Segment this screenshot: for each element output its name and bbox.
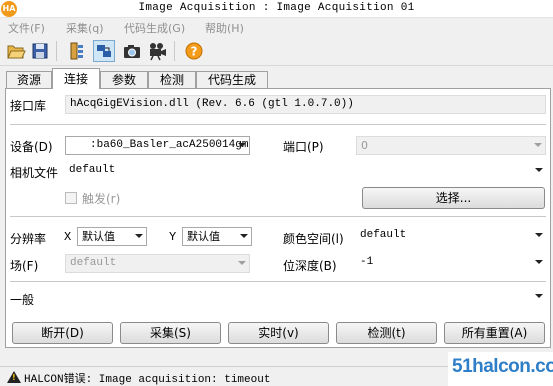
field-label: 场(F) xyxy=(10,259,39,273)
resolution-label: 分辨率 xyxy=(10,232,47,246)
detect-button[interactable]: 检测(t) xyxy=(336,322,437,344)
section-divider xyxy=(10,216,546,217)
tab-code-generation[interactable]: 代码生成 xyxy=(196,71,268,89)
device-select[interactable]: :ba60_Basler_acA250014gm xyxy=(65,136,250,155)
tab-connection[interactable]: 连接 xyxy=(52,68,100,89)
window-title: Image Acquisition : Image Acquisition 01 xyxy=(138,2,415,14)
snap-camera-icon[interactable] xyxy=(121,40,143,62)
x-resolution-label: X xyxy=(64,230,72,244)
device-label: 设备(D) xyxy=(10,140,53,154)
chevron-down-icon xyxy=(238,261,246,265)
chevron-down-icon xyxy=(535,168,543,172)
color-space-value: default xyxy=(360,229,407,241)
connection-panel xyxy=(5,88,551,348)
menu-help[interactable]: 帮助(H) xyxy=(205,20,244,36)
chevron-down-icon xyxy=(535,260,543,264)
save-icon[interactable] xyxy=(29,40,51,62)
interface-library-label: 接口库 xyxy=(10,99,47,113)
tab-resources[interactable]: 资源 xyxy=(6,71,52,89)
menu-acquisition[interactable]: 采集(q) xyxy=(66,20,104,36)
tab-detect[interactable]: 检测 xyxy=(148,71,196,89)
status-message: HALCON错误: Image acquisition: timeout xyxy=(24,374,271,386)
bit-depth-select[interactable]: -1 xyxy=(356,254,546,273)
section-divider xyxy=(10,124,546,125)
svg-text:?: ? xyxy=(191,45,198,59)
live-button[interactable]: 实时(v) xyxy=(228,322,329,344)
camera-file-value: default xyxy=(69,164,116,176)
field-value: default xyxy=(70,257,117,269)
warning-icon xyxy=(7,371,21,383)
snap-button[interactable]: 采集(S) xyxy=(120,322,221,344)
camera-file-label: 相机文件 xyxy=(10,166,59,180)
port-select: 0 xyxy=(356,136,546,155)
toolbar-separator xyxy=(56,41,57,61)
y-resolution-value: 默认值 xyxy=(187,230,220,243)
image-acquisition-window: HA Image Acquisition : Image Acquisition… xyxy=(0,0,553,386)
chevron-down-icon xyxy=(238,143,246,147)
y-resolution-label: Y xyxy=(169,230,177,244)
general-label: 一般 xyxy=(10,293,35,307)
general-select[interactable] xyxy=(65,288,546,307)
tab-parameters[interactable]: 参数 xyxy=(100,71,148,89)
chevron-down-icon xyxy=(240,234,248,238)
live-video-icon[interactable] xyxy=(146,40,168,62)
open-folder-icon[interactable] xyxy=(5,40,27,62)
device-select-value: :ba60_Basler_acA250014gm xyxy=(90,139,249,151)
menu-bar: 文件(F) 采集(q) 代码生成(G) 帮助(H) xyxy=(0,18,553,36)
chevron-down-icon xyxy=(534,143,542,147)
trigger-checkbox[interactable] xyxy=(65,192,77,204)
help-icon[interactable]: ? xyxy=(183,40,205,62)
bit-depth-label: 位深度(B) xyxy=(283,259,337,273)
x-resolution-value: 默认值 xyxy=(82,230,115,243)
tab-strip: 资源 连接 参数 检测 代码生成 xyxy=(0,68,553,89)
camera-file-select[interactable]: default xyxy=(65,162,546,181)
toolbar-separator xyxy=(174,41,175,61)
disconnect-button[interactable]: 断开(D) xyxy=(12,322,113,344)
title-bar: HA Image Acquisition : Image Acquisition… xyxy=(0,0,553,18)
chevron-down-icon xyxy=(535,233,543,237)
port-label: 端口(P) xyxy=(283,140,324,154)
color-space-select[interactable]: default xyxy=(356,227,546,246)
connect-icon[interactable] xyxy=(93,40,115,62)
color-space-label: 颜色空间(l) xyxy=(283,232,344,246)
select-camera-file-button[interactable]: 选择... xyxy=(362,187,545,209)
trigger-label: 触发(r) xyxy=(82,192,121,206)
watermark-text: 51halcon.com xyxy=(452,356,553,377)
field-select: default xyxy=(65,254,250,273)
chevron-down-icon xyxy=(535,294,543,298)
reset-all-button[interactable]: 所有重置(A) xyxy=(444,322,545,344)
menu-file[interactable]: 文件(F) xyxy=(8,20,45,36)
interface-icon[interactable] xyxy=(66,40,88,62)
bit-depth-value: -1 xyxy=(360,256,374,268)
chevron-down-icon xyxy=(135,234,143,238)
watermark: 51halcon.com xyxy=(448,352,553,386)
menu-code-generation[interactable]: 代码生成(G) xyxy=(124,20,185,36)
y-resolution-select[interactable]: 默认值 xyxy=(182,227,252,246)
interface-library-field: hAcqGigEVision.dll (Rev. 6.6 (gtl 1.0.7.… xyxy=(65,95,546,114)
x-resolution-select[interactable]: 默认值 xyxy=(77,227,147,246)
toolbar: ? xyxy=(0,36,553,66)
section-divider xyxy=(10,281,546,282)
port-select-value: 0 xyxy=(361,139,368,152)
